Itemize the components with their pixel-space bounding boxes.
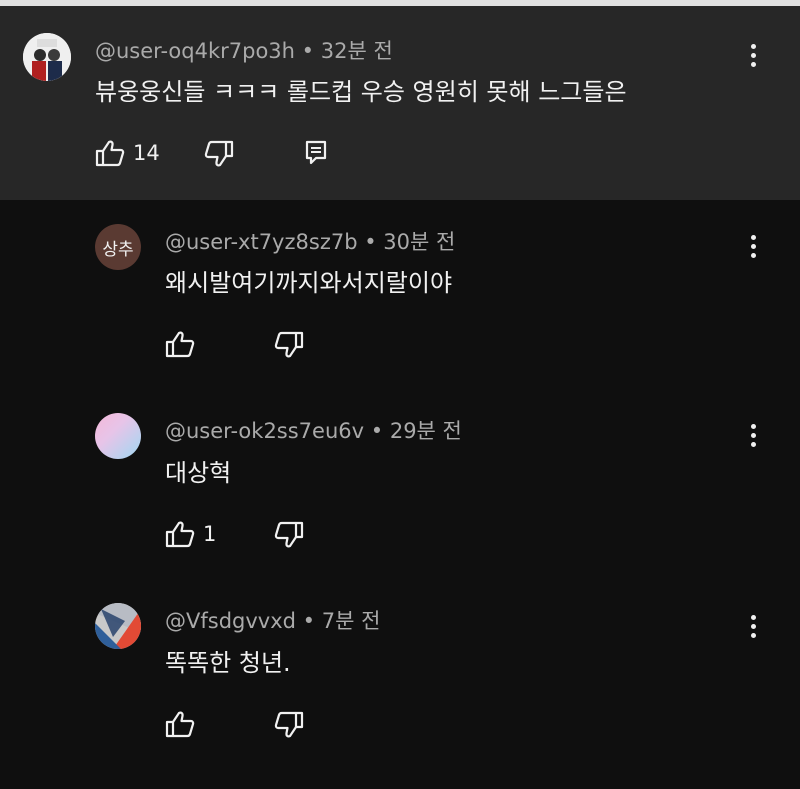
dislike-button[interactable]	[274, 331, 304, 359]
comment-author[interactable]: @Vfsdgvvxd	[165, 609, 296, 633]
comment-text: 대상혁	[165, 459, 232, 487]
meta-separator: •	[302, 609, 316, 633]
like-count: 14	[133, 141, 160, 165]
comment-time[interactable]: 29분 전	[390, 419, 462, 443]
comment-author[interactable]: @user-ok2ss7eu6v	[165, 419, 364, 443]
avatar-initials: 상추	[102, 239, 134, 260]
more-options-icon[interactable]	[743, 611, 763, 641]
highlighted-comment: @user-oq4kr7po3h • 32분 전 뷰웅웅신들 ㅋㅋㅋ 롤드컵 우…	[0, 6, 800, 200]
like-button[interactable]	[165, 330, 195, 358]
like-count: 1	[203, 522, 217, 546]
thumbs-down-icon	[274, 331, 304, 358]
thumbs-up-icon	[165, 711, 195, 738]
meta-separator: •	[364, 230, 377, 254]
comment-meta: @user-xt7yz8sz7b • 30분 전	[165, 226, 455, 256]
comment-meta: @user-oq4kr7po3h • 32분 전	[95, 35, 393, 65]
comment-author[interactable]: @user-xt7yz8sz7b	[165, 230, 358, 254]
comment-text: 왜시발여기까지와서지랄이야	[165, 269, 453, 297]
meta-separator: •	[301, 39, 315, 63]
comment-time[interactable]: 30분 전	[383, 230, 455, 254]
like-button[interactable]	[165, 710, 195, 738]
reply-comment: 상추 @user-xt7yz8sz7b • 30분 전 왜시발여기까지와서지랄이…	[0, 200, 800, 390]
thumbs-up-icon	[95, 140, 125, 167]
comment-text: 똑똑한 청년.	[165, 649, 291, 677]
more-options-icon[interactable]	[743, 420, 763, 450]
avatar[interactable]	[23, 33, 71, 81]
avatar[interactable]	[95, 603, 141, 649]
like-button[interactable]: 14	[95, 139, 160, 167]
dislike-button[interactable]	[274, 711, 304, 739]
thumbs-up-icon	[165, 521, 195, 548]
reply-icon	[305, 140, 327, 165]
comment-author[interactable]: @user-oq4kr7po3h	[95, 39, 295, 63]
thumbs-down-icon	[204, 140, 234, 167]
thumbs-down-icon	[274, 711, 304, 738]
comment-text: 뷰웅웅신들 ㅋㅋㅋ 롤드컵 우승 영원히 못해 느그들은	[95, 78, 627, 106]
more-options-icon[interactable]	[743, 40, 763, 70]
avatar[interactable]	[95, 413, 141, 459]
meta-separator: •	[370, 419, 384, 443]
dislike-button[interactable]	[204, 140, 234, 168]
comment-time[interactable]: 7분 전	[322, 609, 381, 633]
comment-meta: @Vfsdgvvxd • 7분 전	[165, 605, 380, 635]
comment-time[interactable]: 32분 전	[321, 39, 393, 63]
more-options-icon[interactable]	[743, 231, 763, 261]
reply-comment: @user-ok2ss7eu6v • 29분 전 대상혁 1	[0, 390, 800, 580]
dislike-button[interactable]	[274, 521, 304, 549]
reply-button[interactable]	[304, 140, 328, 166]
avatar[interactable]: 상추	[95, 224, 141, 270]
thumbs-down-icon	[274, 521, 304, 548]
comment-meta: @user-ok2ss7eu6v • 29분 전	[165, 415, 462, 445]
like-button[interactable]: 1	[165, 520, 216, 548]
reply-comment: @Vfsdgvvxd • 7분 전 똑똑한 청년.	[0, 580, 800, 789]
thumbs-up-icon	[165, 331, 195, 358]
